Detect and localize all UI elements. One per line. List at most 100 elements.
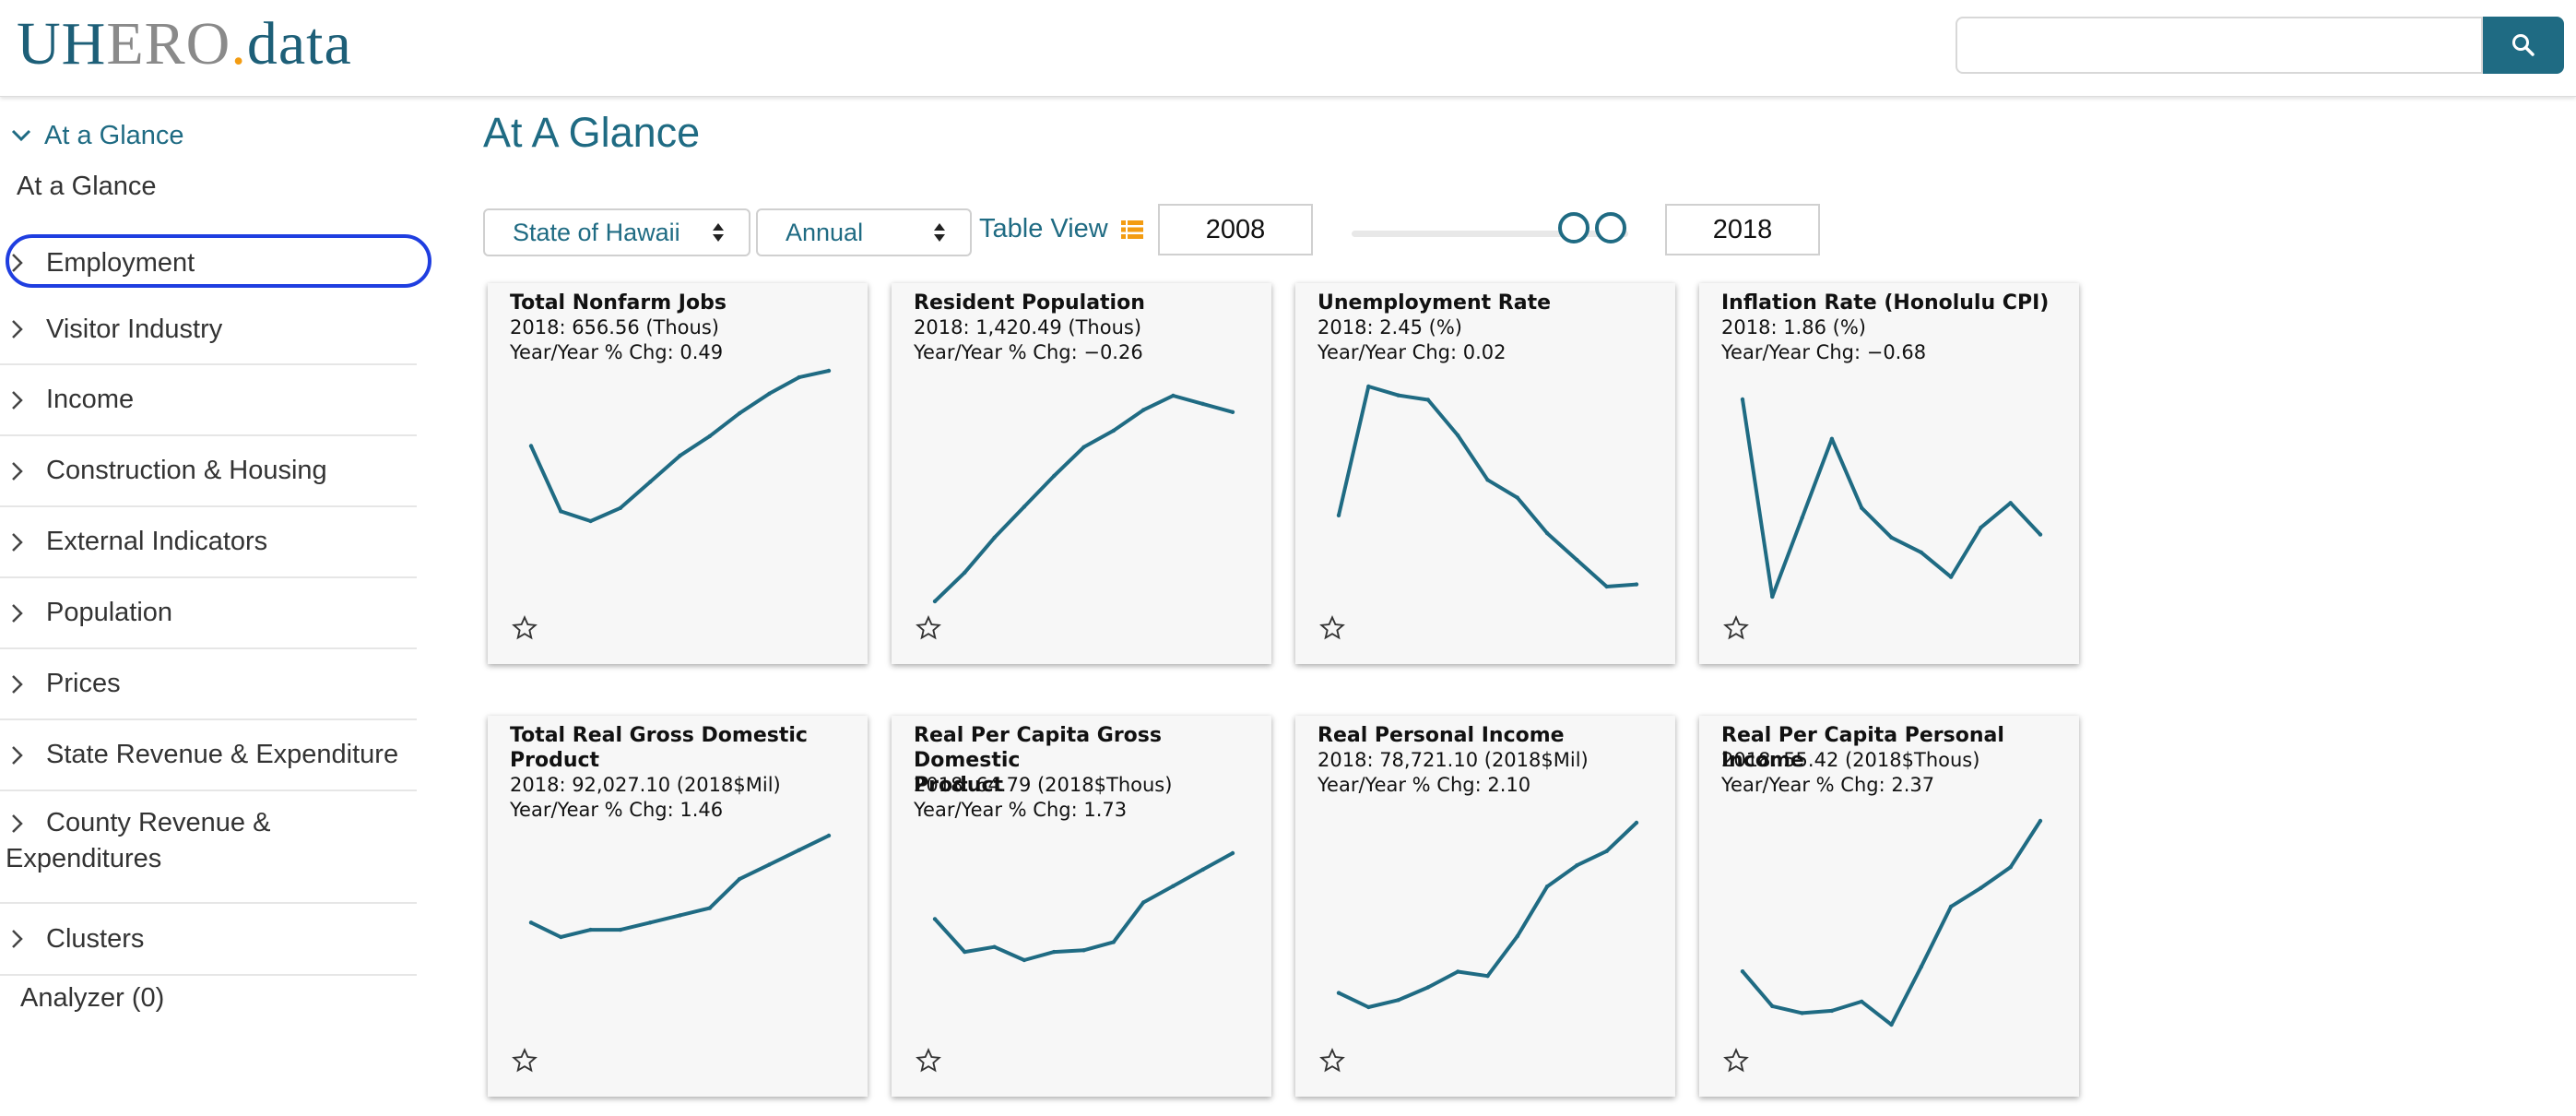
series-line: [933, 394, 1234, 603]
series-line: [1741, 398, 2042, 599]
data-point: [1634, 582, 1639, 587]
data-point: [1860, 505, 1864, 510]
search-input[interactable]: [1956, 17, 2483, 74]
data-point: [1604, 849, 1609, 853]
chevron-right-icon: [12, 390, 23, 410]
data-point: [1575, 557, 1579, 563]
data-point: [797, 374, 801, 380]
data-point: [1948, 575, 1954, 579]
data-point: [992, 535, 997, 540]
data-point: [1485, 974, 1490, 979]
sidebar-heading-at-a-glance[interactable]: At a Glance: [11, 113, 184, 159]
data-point: [2008, 865, 2013, 870]
star-icon[interactable]: [916, 615, 941, 641]
star-icon[interactable]: [512, 1048, 538, 1074]
series-line: [933, 851, 1234, 962]
frequency-select[interactable]: Annual: [756, 208, 972, 256]
slider-start-handle[interactable]: [1558, 212, 1589, 243]
sidebar-item-label-continued: Expenditures: [6, 844, 162, 873]
data-point: [1140, 408, 1146, 412]
series-line: [530, 834, 830, 939]
data-point: [1171, 884, 1176, 888]
data-point: [1022, 957, 1027, 963]
star-icon[interactable]: [1319, 1048, 1345, 1074]
data-point: [1515, 495, 1519, 500]
series-card-real-per-capita-gdp[interactable]: Real Per Capita Gross Domestic Product 20…: [892, 716, 1271, 1097]
sidebar-item-visitor-industry[interactable]: Visitor Industry: [0, 295, 417, 365]
data-point: [1979, 525, 1983, 530]
data-point: [767, 862, 772, 867]
select-arrows-icon: [926, 221, 953, 243]
focus-ring: [6, 234, 431, 288]
series-card-unemployment-rate[interactable]: Unemployment Rate 2018: 2.45 (%) Year/Ye…: [1295, 283, 1675, 664]
data-point: [1366, 1004, 1371, 1010]
series-card-real-per-capita-personal-income[interactable]: Real Per Capita Personal Income 2018: 55…: [1699, 716, 2079, 1097]
data-point: [1081, 948, 1086, 953]
sparkline-chart: [932, 850, 1235, 963]
data-point: [963, 949, 967, 955]
data-point: [2008, 501, 2013, 505]
data-point: [648, 920, 653, 925]
sidebar-item-prices[interactable]: Prices: [0, 649, 417, 720]
data-point: [826, 833, 832, 838]
sidebar-item-clusters[interactable]: Clusters: [0, 904, 417, 976]
data-point: [1889, 1022, 1894, 1027]
sidebar-item-state-revenue[interactable]: State Revenue & Expenditure: [0, 720, 417, 791]
data-point: [1919, 965, 1923, 969]
sidebar-subitem-at-a-glance[interactable]: At a Glance: [17, 172, 157, 202]
sidebar-item-population[interactable]: Population: [0, 578, 417, 649]
series-card-inflation-rate[interactable]: Inflation Rate (Honolulu CPI) 2018: 1.86…: [1699, 283, 2079, 664]
series-card-total-real-gdp[interactable]: Total Real Gross Domestic Product 2018: 9…: [488, 716, 868, 1097]
data-point: [1770, 1003, 1775, 1009]
chevron-right-icon: [12, 320, 23, 338]
data-point: [1889, 535, 1894, 540]
data-point: [1919, 550, 1923, 555]
star-icon[interactable]: [1319, 615, 1345, 641]
data-point: [588, 927, 593, 932]
sidebar-item-income[interactable]: Income: [0, 365, 417, 436]
analyzer-link[interactable]: Analyzer (0): [20, 983, 164, 1014]
sidebar-item-county-revenue[interactable]: County Revenue & Expenditures: [0, 791, 417, 904]
start-year-input[interactable]: 2008: [1158, 204, 1313, 255]
sidebar-item-label: Visitor Industry: [46, 314, 223, 344]
table-list-icon: [1120, 220, 1143, 239]
data-point: [618, 505, 623, 510]
uhero-logo[interactable]: UHERO.data: [17, 6, 352, 83]
data-point: [1111, 940, 1116, 944]
series-card-real-personal-income[interactable]: Real Personal Income 2018: 78,721.10 (20…: [1295, 716, 1675, 1097]
sidebar-item-label: Population: [46, 598, 173, 627]
data-point: [1770, 594, 1775, 600]
star-icon[interactable]: [512, 615, 538, 641]
end-year-input[interactable]: 2018: [1665, 204, 1820, 255]
data-point: [1171, 393, 1176, 398]
star-icon[interactable]: [1723, 615, 1749, 641]
slider-end-handle[interactable]: [1595, 212, 1626, 243]
data-point: [737, 410, 742, 416]
top-header: UHERO.data: [0, 0, 2576, 97]
data-point: [963, 570, 967, 575]
data-point: [1336, 991, 1341, 995]
sparkline-chart: [528, 368, 832, 524]
sidebar-item-employment[interactable]: Employment: [0, 231, 431, 295]
data-point: [1544, 530, 1550, 536]
sidebar-item-construction-housing[interactable]: Construction & Housing: [0, 436, 417, 507]
series-card-total-nonfarm-jobs[interactable]: Total Nonfarm Jobs 2018: 656.56 (Thous) …: [488, 283, 868, 664]
data-point: [1634, 820, 1639, 825]
data-point: [1800, 1011, 1804, 1015]
data-point: [1948, 904, 1954, 909]
data-point: [1740, 969, 1745, 974]
star-icon[interactable]: [1723, 1048, 1749, 1074]
data-point: [1140, 900, 1146, 905]
geography-select[interactable]: State of Hawaii: [483, 208, 750, 256]
star-icon[interactable]: [916, 1048, 941, 1074]
data-point: [1336, 513, 1341, 517]
data-point: [1111, 428, 1116, 433]
search-icon: [2512, 34, 2535, 56]
sidebar-item-label: External Indicators: [46, 527, 268, 556]
chevron-right-icon: [12, 813, 23, 833]
data-point: [767, 391, 772, 396]
sidebar-item-external-indicators[interactable]: External Indicators: [0, 507, 417, 578]
series-card-resident-population[interactable]: Resident Population 2018: 1,420.49 (Thou…: [892, 283, 1271, 664]
table-view-toggle[interactable]: Table View: [979, 214, 1145, 244]
search-button[interactable]: [2483, 17, 2564, 74]
